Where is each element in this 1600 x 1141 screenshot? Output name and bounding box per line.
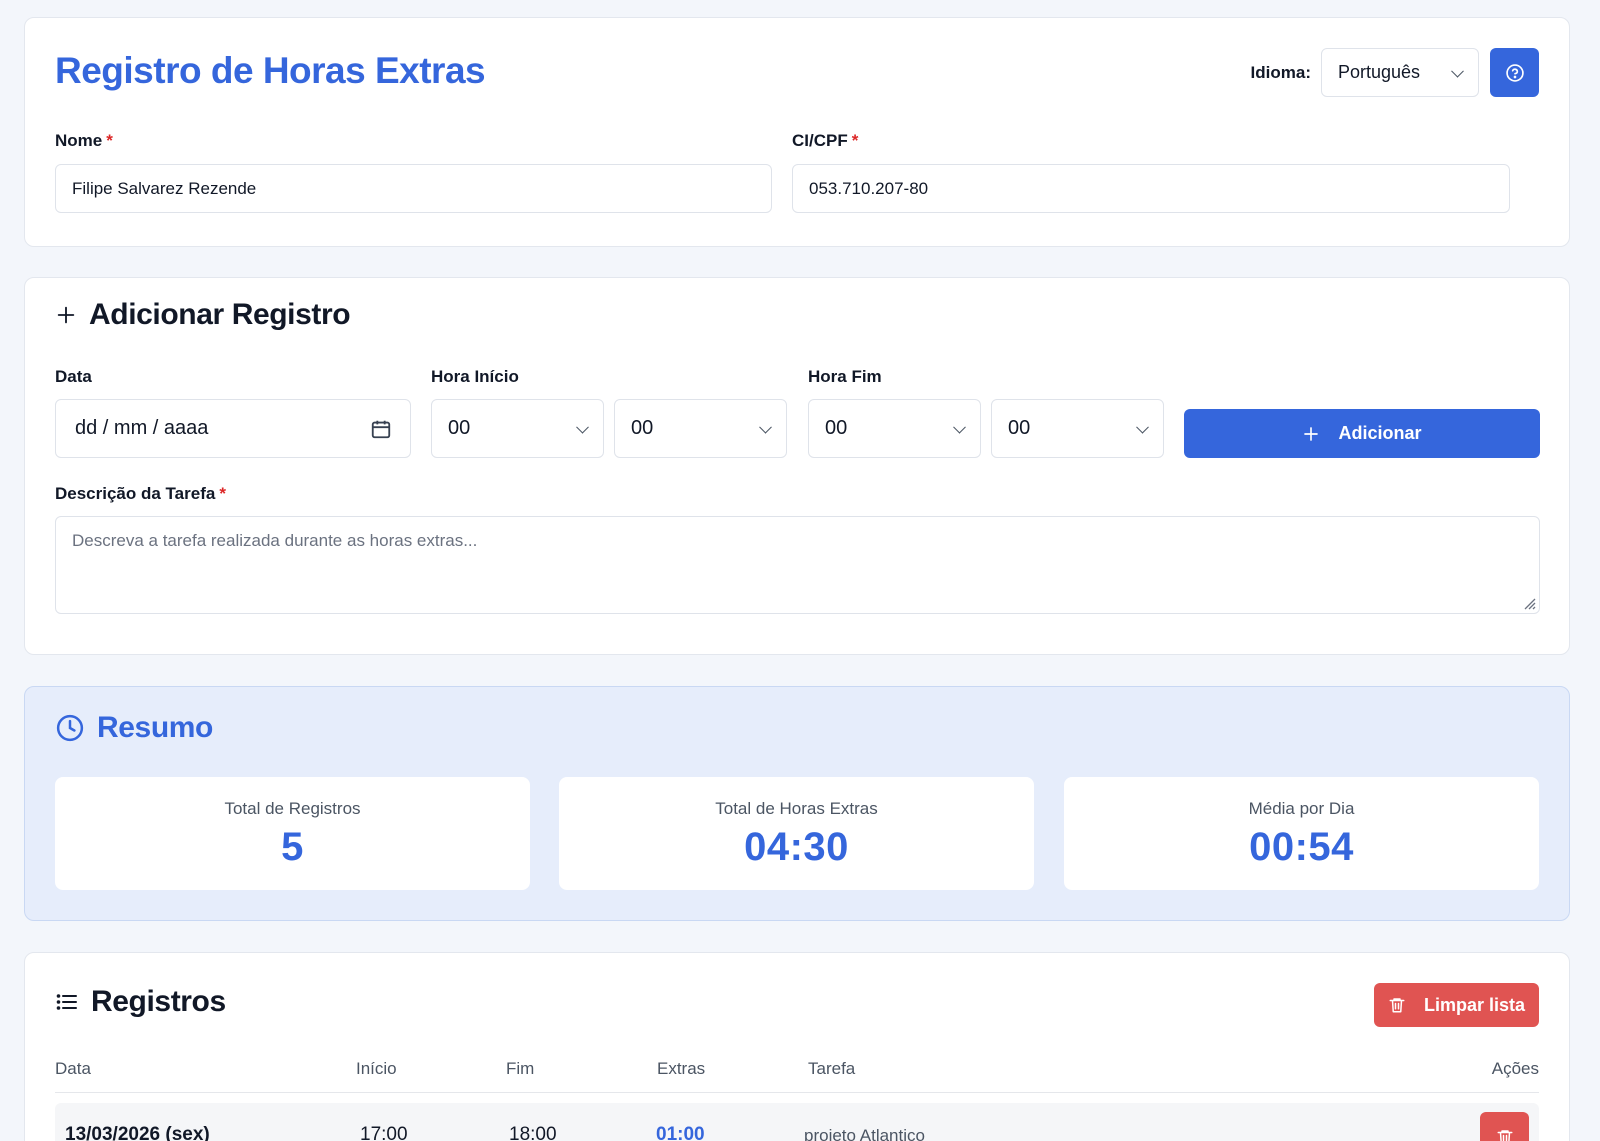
name-label: Nome *: [55, 131, 113, 151]
plus-icon: [55, 304, 77, 326]
stat-label: Média por Dia: [1248, 799, 1355, 818]
end-hour-value: 00: [825, 417, 848, 439]
stat-average-day: Média por Dia 00:54: [1064, 777, 1539, 890]
required-mark: *: [219, 484, 226, 503]
clear-list-button[interactable]: Limpar lista: [1374, 983, 1539, 1027]
add-button[interactable]: Adicionar: [1184, 409, 1540, 458]
clear-list-label: Limpar lista: [1423, 994, 1526, 1015]
records-title-text: Registros: [91, 985, 226, 1018]
header-card: Registro de Horas Extras Idioma: Portugu…: [24, 17, 1570, 247]
chevron-down-icon: [1451, 64, 1464, 78]
row-start: 17:00: [360, 1124, 408, 1141]
start-label: Hora Início: [431, 367, 519, 386]
language-picker: Idioma: Português: [1251, 48, 1539, 97]
trash-icon: [1388, 996, 1406, 1014]
name-input[interactable]: Filipe Salvarez Rezende: [55, 164, 772, 213]
records-card: Registros Limpar lista Data Início Fim E…: [24, 952, 1570, 1141]
summary-title: Resumo: [55, 711, 213, 745]
resize-grip-icon[interactable]: [1522, 596, 1536, 610]
stat-total-hours: Total de Horas Extras 04:30: [559, 777, 1034, 890]
stat-value: 04:30: [744, 825, 849, 869]
column-header-start[interactable]: Início: [356, 1059, 397, 1079]
stat-value: 5: [281, 825, 304, 869]
row-date: 13/03/2026 (sex): [65, 1124, 210, 1141]
plus-icon: [1302, 425, 1320, 443]
end-label: Hora Fim: [808, 367, 882, 386]
page-title: Registro de Horas Extras: [55, 50, 486, 91]
add-button-label: Adicionar: [1338, 423, 1422, 443]
records-title: Registros: [55, 985, 226, 1019]
language-label: Idioma:: [1250, 62, 1311, 82]
task-textarea[interactable]: Descreva a tarefa realizada durante as h…: [55, 516, 1540, 614]
table-header-divider: [55, 1092, 1539, 1093]
stat-label: Total de Horas Extras: [715, 799, 878, 818]
date-label: Data: [55, 367, 92, 386]
start-hour-select[interactable]: 00: [431, 399, 604, 458]
chevron-down-icon: [1136, 420, 1149, 434]
task-placeholder: Descreva a tarefa realizada durante as h…: [72, 531, 478, 550]
help-button[interactable]: [1490, 48, 1539, 97]
chevron-down-icon: [576, 420, 589, 434]
date-placeholder: dd / mm / aaaa: [75, 417, 209, 439]
add-record-card: Adicionar Registro Data dd / mm / aaaa H…: [24, 277, 1570, 655]
date-input[interactable]: dd / mm / aaaa: [55, 399, 411, 458]
language-value: Português: [1338, 62, 1421, 82]
end-minute-value: 00: [1008, 417, 1031, 439]
column-header-task[interactable]: Tarefa: [808, 1059, 855, 1079]
clock-icon: [55, 713, 85, 743]
end-hour-select[interactable]: 00: [808, 399, 981, 458]
chevron-down-icon: [953, 420, 966, 434]
chevron-down-icon: [759, 420, 772, 434]
task-label-text: Descrição da Tarefa: [55, 484, 216, 503]
start-minute-select[interactable]: 00: [614, 399, 787, 458]
stat-label: Total de Registros: [224, 799, 361, 818]
end-minute-select[interactable]: 00: [991, 399, 1164, 458]
id-value: 053.710.207-80: [809, 178, 929, 198]
row-extras: 01:00: [656, 1124, 705, 1141]
stat-value: 00:54: [1249, 825, 1354, 869]
calendar-icon[interactable]: [370, 418, 392, 440]
name-label-text: Nome: [55, 131, 103, 150]
delete-row-button[interactable]: [1480, 1112, 1529, 1141]
table-row: [55, 1103, 1539, 1141]
id-label: CI/CPF *: [792, 131, 858, 151]
start-hour-value: 00: [448, 417, 471, 439]
add-record-title: Adicionar Registro: [55, 298, 351, 332]
column-header-end[interactable]: Fim: [506, 1059, 534, 1079]
start-minute-value: 00: [631, 417, 654, 439]
language-select[interactable]: Português: [1321, 48, 1479, 97]
id-label-text: CI/CPF: [792, 131, 848, 150]
row-end: 18:00: [509, 1124, 557, 1141]
column-header-extras[interactable]: Extras: [657, 1059, 705, 1079]
column-header-date[interactable]: Data: [55, 1059, 91, 1079]
column-header-actions: Ações: [1491, 1059, 1539, 1078]
stat-total-records: Total de Registros 5: [55, 777, 530, 890]
required-mark: *: [851, 131, 859, 150]
summary-card: Resumo Total de Registros 5 Total de Hor…: [24, 686, 1570, 921]
add-record-title-text: Adicionar Registro: [89, 298, 351, 331]
summary-title-text: Resumo: [97, 711, 213, 744]
name-value: Filipe Salvarez Rezende: [72, 178, 257, 198]
row-task: projeto Atlantico: [804, 1126, 925, 1141]
id-input[interactable]: 053.710.207-80: [792, 164, 1510, 213]
trash-icon: [1497, 1129, 1512, 1141]
task-label: Descrição da Tarefa *: [55, 484, 226, 504]
required-mark: *: [106, 131, 113, 150]
list-icon: [55, 990, 79, 1014]
help-circle-icon: [1505, 63, 1524, 82]
